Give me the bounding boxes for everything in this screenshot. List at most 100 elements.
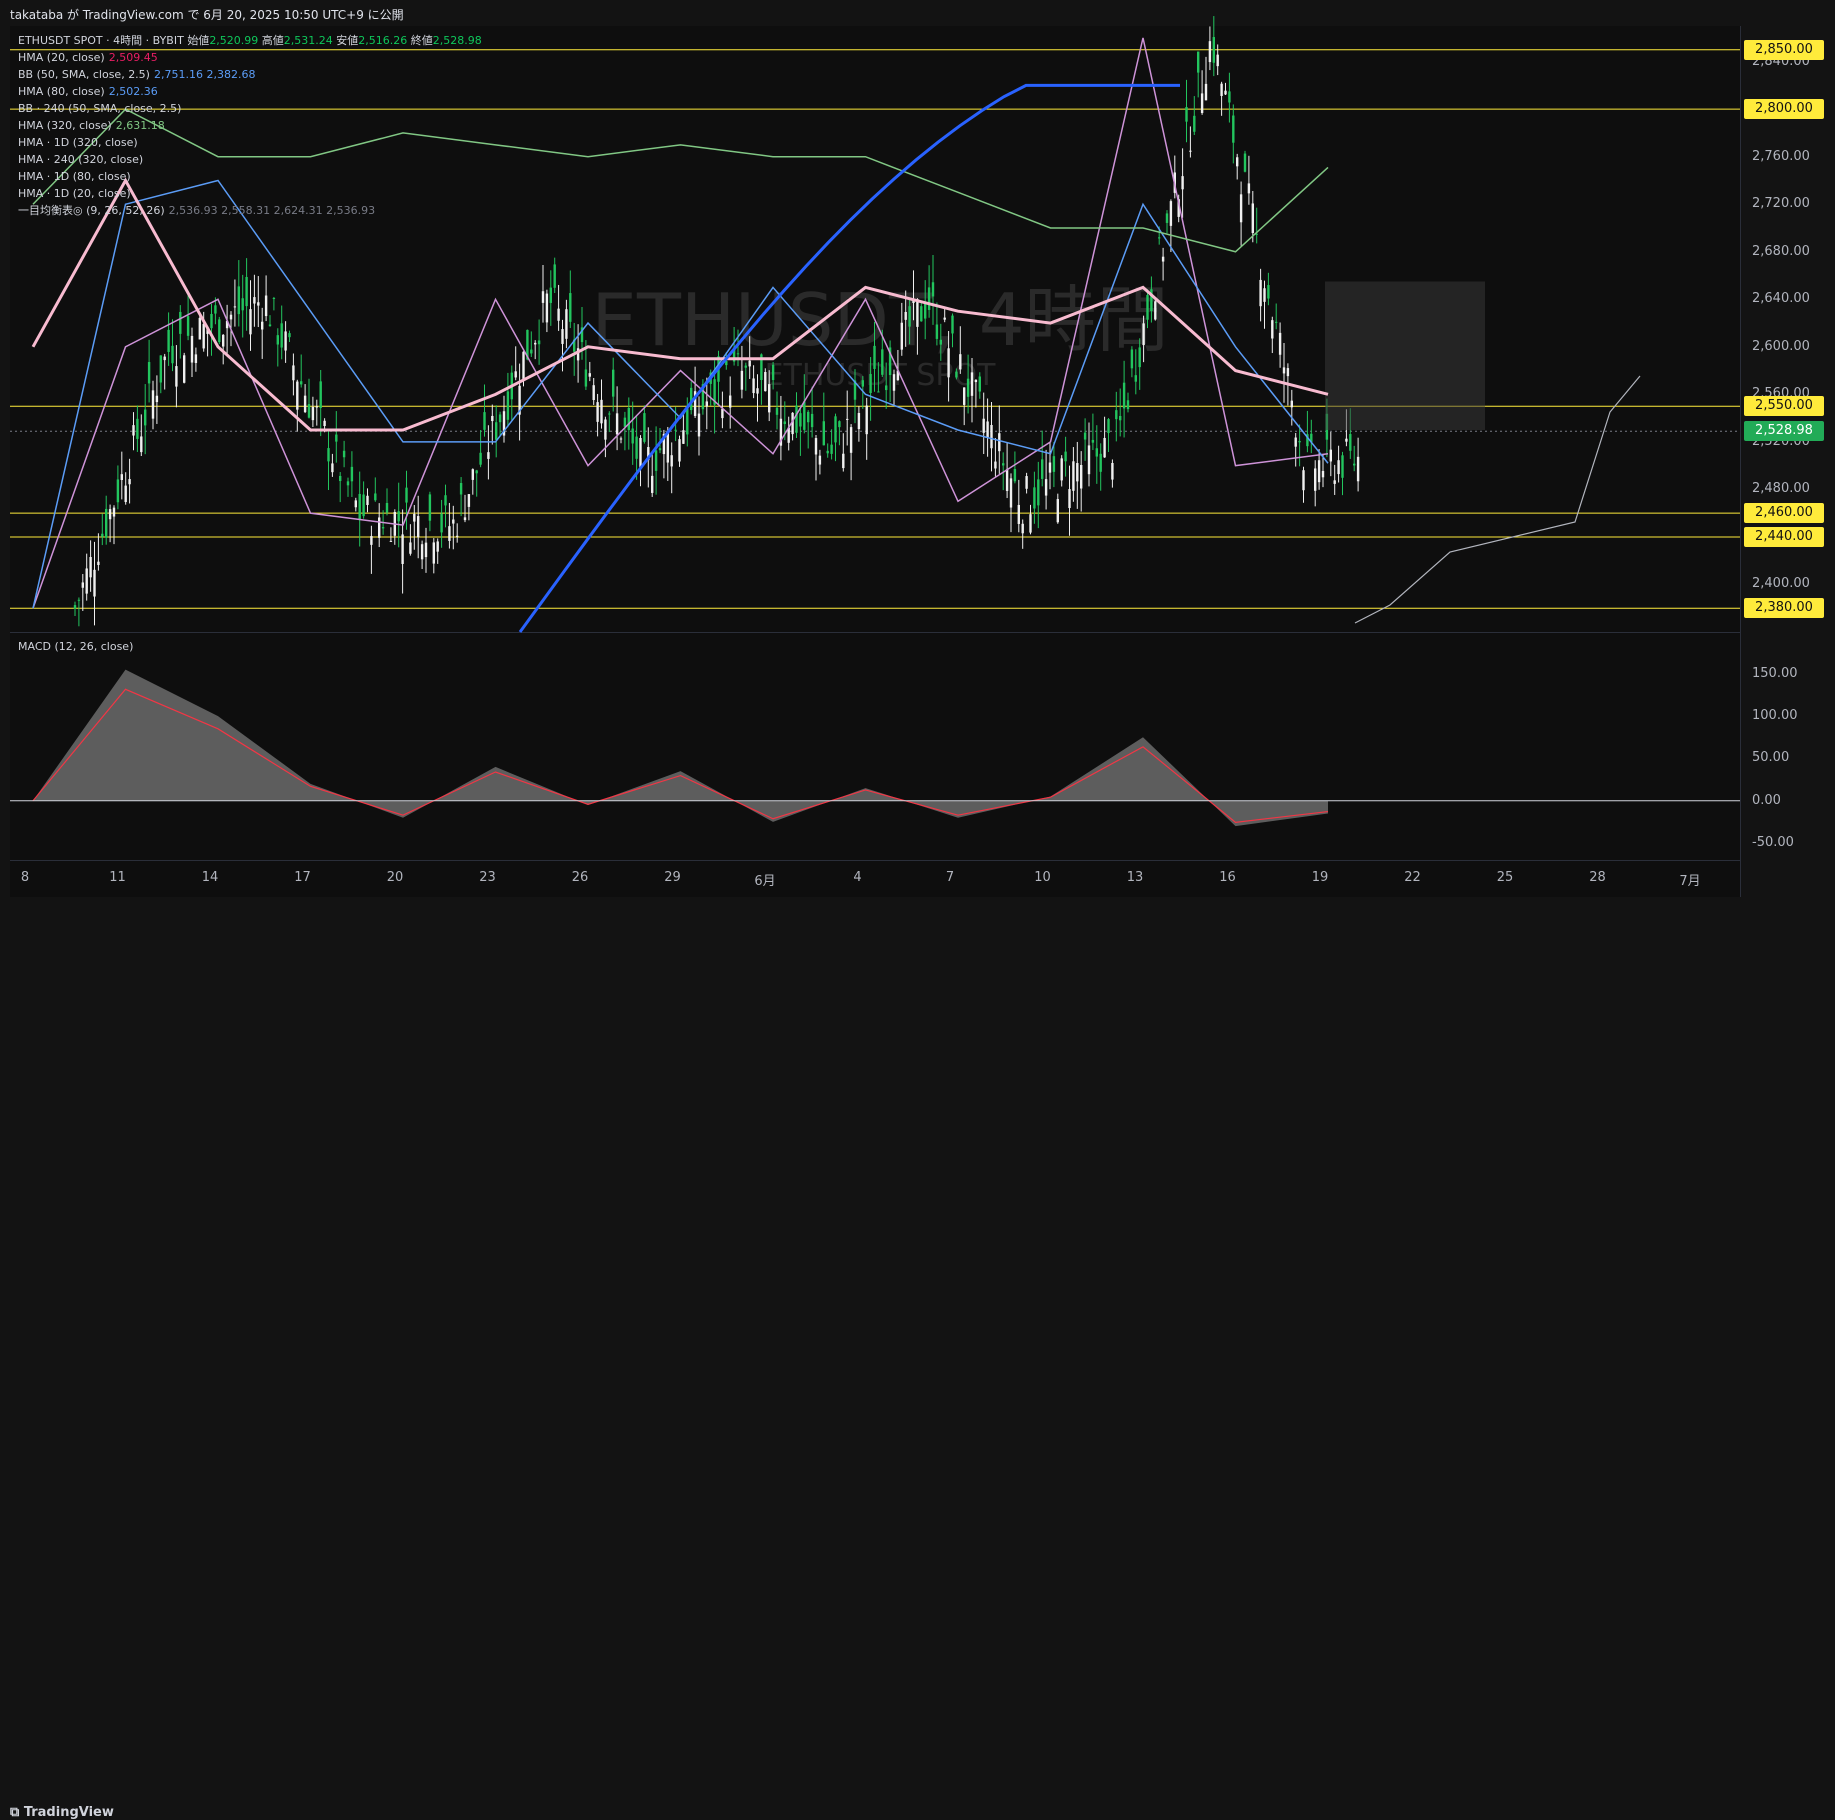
candle-body: [1267, 285, 1269, 298]
candle-body: [589, 373, 591, 377]
candle-body: [1259, 280, 1261, 306]
candle-body: [546, 294, 548, 323]
candle-body: [1010, 478, 1012, 507]
horizontal-line-price-tag[interactable]: 2,850.00: [1744, 40, 1824, 60]
candle-body: [1154, 301, 1156, 319]
candle-body: [327, 448, 329, 461]
candle-body: [128, 479, 130, 484]
price-tick-label: 2,760.00: [1752, 149, 1810, 164]
candle-body: [242, 298, 244, 310]
candle-body: [530, 350, 532, 354]
candle-body: [1353, 464, 1355, 466]
candle-body: [593, 385, 595, 400]
candle-body: [1341, 455, 1343, 477]
candle-body: [1041, 459, 1043, 479]
indicator-value: 2,536.93 2,558.31 2,624.31 2,536.93: [169, 204, 375, 217]
indicator-name: HMA (20, close): [18, 51, 105, 64]
candle-body: [413, 514, 415, 522]
horizontal-line-price-tag[interactable]: 2,440.00: [1744, 527, 1824, 547]
legend-indicator-row[interactable]: HMA (20, close)2,509.45: [18, 49, 482, 66]
candle-body: [296, 382, 298, 410]
candle-body: [1049, 463, 1051, 473]
candle-body: [1123, 383, 1125, 409]
macd-label[interactable]: MACD (12, 26, close): [18, 640, 133, 653]
legend-indicator-row[interactable]: HMA · 240 (320, close): [18, 151, 482, 168]
candle-body: [752, 378, 754, 393]
candle-body: [1135, 375, 1137, 382]
candle-body: [160, 355, 162, 382]
horizontal-line-price-tag[interactable]: 2,800.00: [1744, 99, 1824, 119]
date-tick-label: 20: [387, 870, 404, 885]
candle-body: [924, 303, 926, 319]
candle-body: [144, 410, 146, 426]
legend-symbol-row[interactable]: ETHUSDT SPOT · 4時間 · BYBIT 始値2,520.99 高値…: [18, 32, 482, 49]
candle-body: [522, 352, 524, 381]
series-line: [33, 180, 1328, 608]
ohlc-open-label: 始値: [187, 34, 209, 47]
candle-body: [460, 483, 462, 494]
candle-body: [195, 354, 197, 363]
indicator-name: 一目均衡表◎ (9, 26, 52, 26): [18, 204, 165, 217]
candle-body: [476, 470, 478, 473]
horizontal-line-price-tag[interactable]: 2,550.00: [1744, 396, 1824, 416]
candle-body: [425, 543, 427, 557]
candle-body: [866, 406, 868, 435]
tradingview-logo-icon: ⧉: [10, 1805, 24, 1820]
candle-body: [1103, 438, 1105, 457]
candle-body: [491, 416, 493, 421]
candle-body: [214, 305, 216, 313]
candle-body: [741, 371, 743, 390]
candle-body: [671, 455, 673, 466]
legend-indicator-row[interactable]: HMA · 1D (80, close): [18, 168, 482, 185]
candle-body: [534, 343, 536, 345]
ohlc-close-label: 終値: [411, 34, 433, 47]
candle-body: [1275, 322, 1277, 323]
legend-indicator-row[interactable]: HMA · 1D (320, close): [18, 134, 482, 151]
candle-body: [1217, 55, 1219, 66]
candle-body: [928, 287, 930, 310]
candle-body: [203, 324, 205, 349]
candle-body: [444, 495, 446, 505]
candle-body: [983, 419, 985, 433]
candle-body: [1228, 91, 1230, 102]
candle-body: [986, 421, 988, 437]
candle-body: [374, 493, 376, 500]
horizontal-line-price-tag[interactable]: 2,460.00: [1744, 503, 1824, 523]
symbol-title[interactable]: ETHUSDT SPOT · 4時間 · BYBIT: [18, 34, 184, 47]
candle-body: [1302, 470, 1304, 490]
legend-indicator-row[interactable]: BB · 240 (50, SMA, close, 2.5): [18, 100, 482, 117]
candle-body: [401, 534, 403, 564]
legend-indicator-row[interactable]: HMA · 1D (20, close): [18, 185, 482, 202]
candle-body: [1014, 469, 1016, 481]
candle-body: [117, 479, 119, 502]
candle-body: [901, 323, 903, 350]
candle-body: [121, 474, 123, 480]
candle-body: [288, 333, 290, 337]
candle-body: [187, 316, 189, 336]
candle-body: [557, 309, 559, 321]
candle-body: [1322, 471, 1324, 477]
candle-body: [1088, 445, 1090, 474]
candle-body: [347, 481, 349, 485]
candle-body: [667, 433, 669, 463]
legend-indicator-row[interactable]: HMA (80, close)2,502.36: [18, 83, 482, 100]
macd-tick-label: 50.00: [1752, 750, 1789, 765]
indicator-name: HMA · 1D (20, close): [18, 187, 131, 200]
candle-body: [265, 296, 267, 317]
legend-indicator-row[interactable]: HMA (320, close)2,631.18: [18, 117, 482, 134]
candle-body: [277, 335, 279, 344]
candle-body: [1345, 439, 1347, 442]
candle-body: [210, 314, 212, 328]
indicator-value: 2,631.18: [116, 119, 165, 132]
macd-tick-label: -50.00: [1752, 835, 1794, 850]
legend-indicator-row[interactable]: BB (50, SMA, close, 2.5)2,751.16 2,382.6…: [18, 66, 482, 83]
tradingview-logo[interactable]: ⧉ TradingView: [10, 1805, 114, 1820]
horizontal-line-price-tag[interactable]: 2,380.00: [1744, 598, 1824, 618]
candle-body: [1127, 400, 1129, 409]
candle-body: [940, 340, 942, 345]
candle-body: [920, 306, 922, 321]
legend-indicator-row[interactable]: 一目均衡表◎ (9, 26, 52, 26) 2,536.93 2,558.31 …: [18, 202, 482, 219]
footer-bar: ⧉ TradingView: [0, 897, 1835, 933]
candle-body: [1318, 460, 1320, 482]
candle-body: [125, 486, 127, 502]
